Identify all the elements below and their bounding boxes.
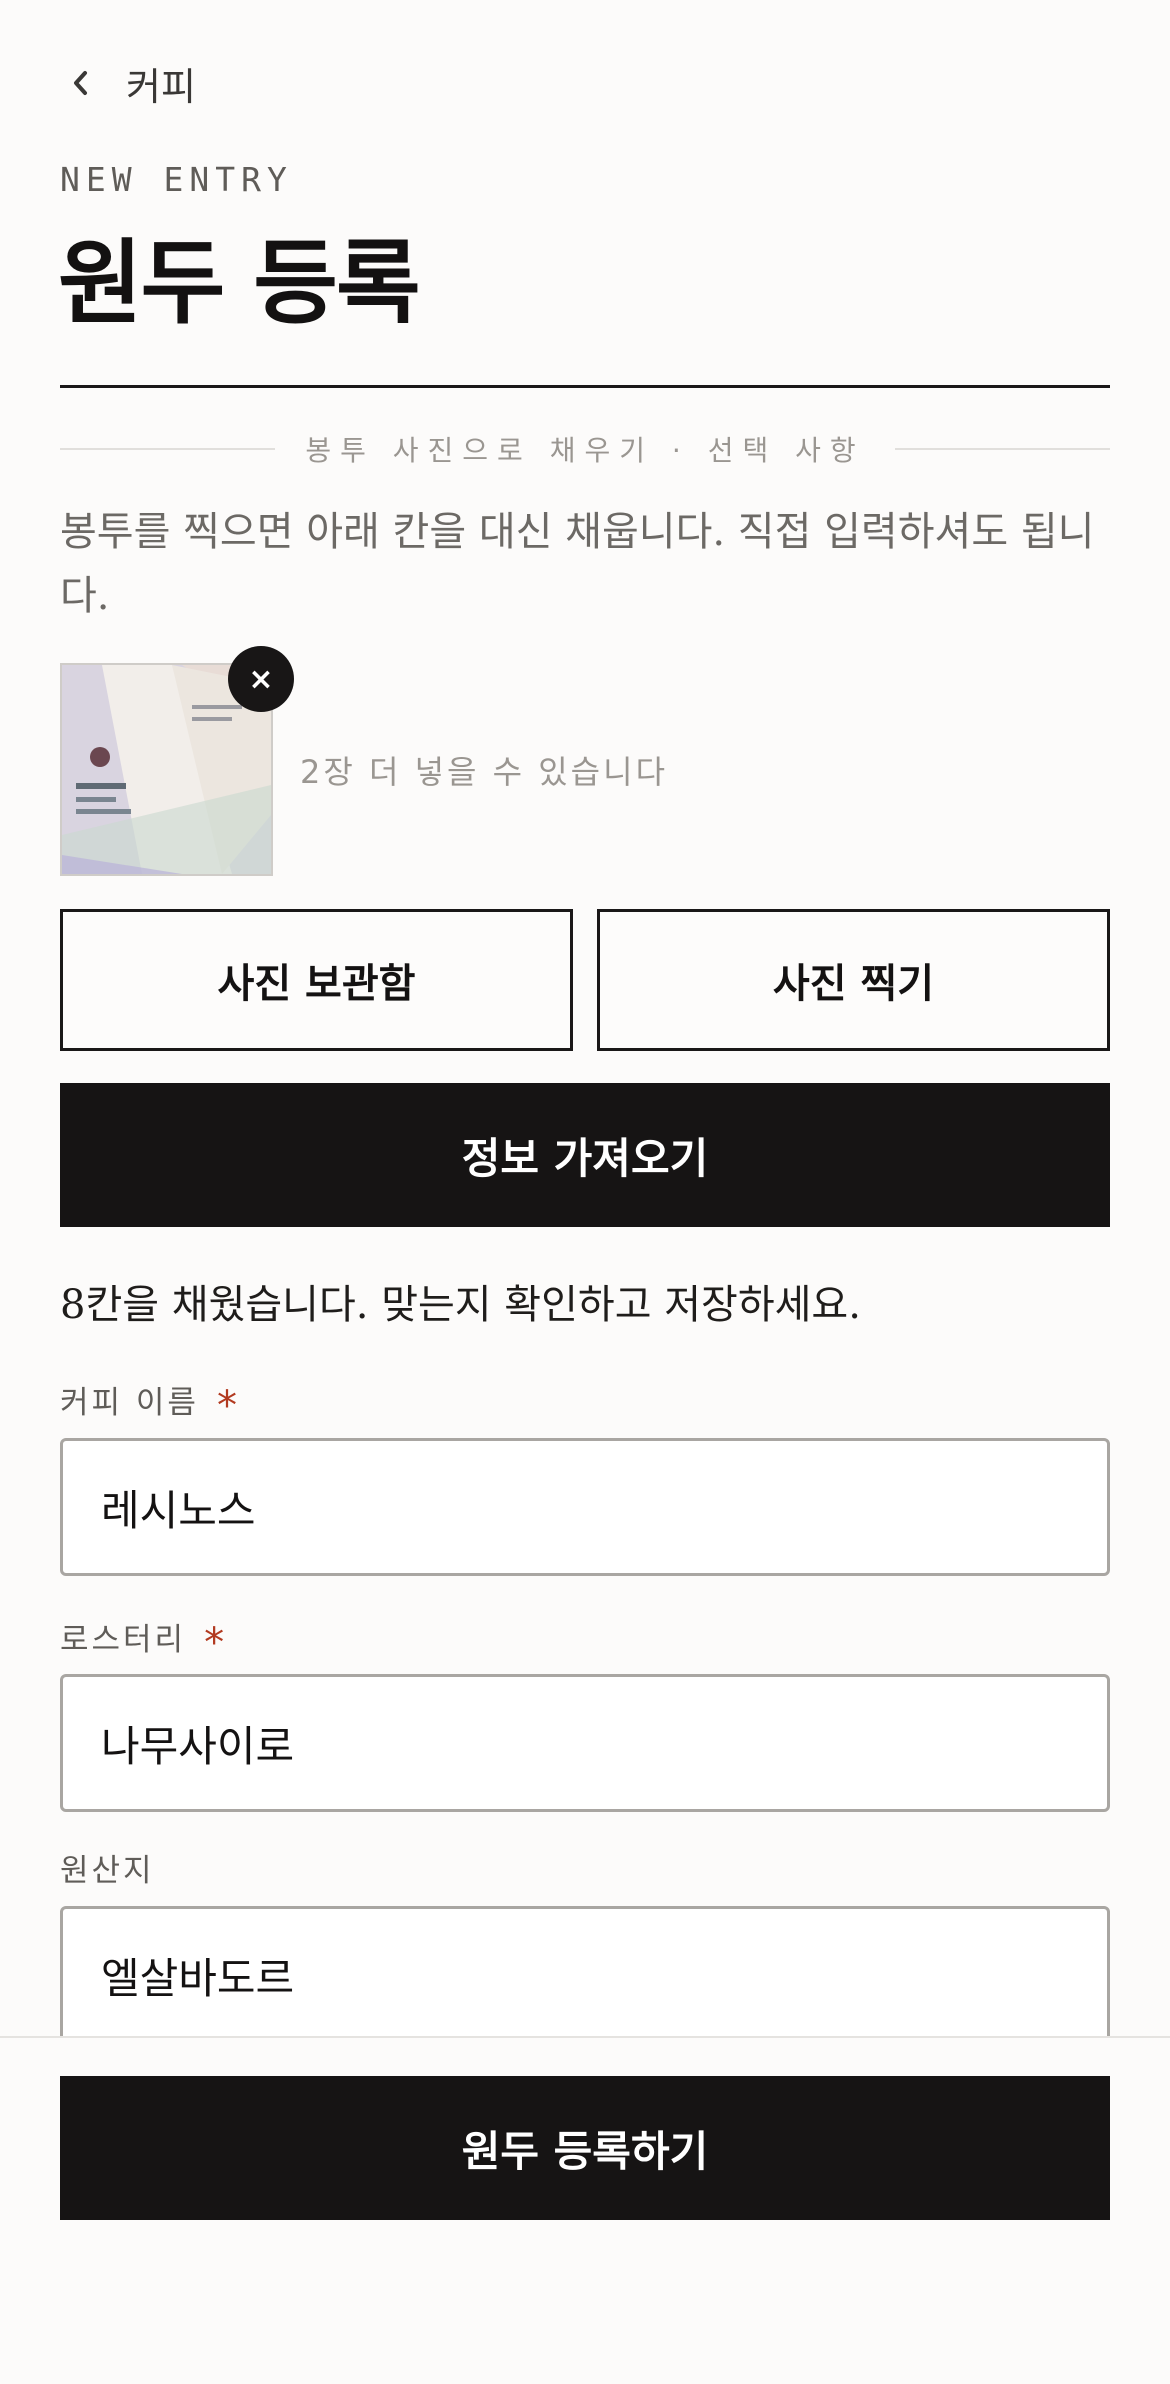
eyebrow-text: NEW ENTRY [60, 160, 293, 199]
register-bean-button[interactable]: 원두 등록하기 [60, 2076, 1110, 2220]
photo-section-heading: 봉투 사진으로 채우기 · 선택 사항 [305, 434, 865, 467]
autofill-status-text: 8칸을 채웠습니다. 맞는지 확인하고 저장하세요. [60, 1282, 861, 1328]
fetch-info-button[interactable]: 정보 가져오기 [60, 1083, 1110, 1227]
page-title: 원두 등록 [58, 230, 421, 337]
coffee-name-input[interactable]: 레시노스 [60, 1438, 1110, 1576]
remaining-photos-text: 2장 더 넣을 수 있습니다 [300, 753, 669, 791]
divider-line-left [60, 448, 276, 450]
origin-input[interactable]: 엘살바도르 [60, 1906, 1110, 2044]
take-photo-button[interactable]: 사진 찍기 [597, 909, 1110, 1051]
origin-label: 원산지 [60, 1853, 155, 1889]
roaster-input[interactable]: 나무사이로 [60, 1674, 1110, 1812]
back-button[interactable]: 커피 [60, 50, 196, 116]
chevron-left-icon [60, 50, 100, 116]
required-mark: * [204, 1620, 228, 1666]
roaster-label: 로스터리 * [60, 1614, 227, 1666]
roaster-label-text: 로스터리 [60, 1622, 187, 1658]
coffee-name-label: 커피 이름 * [60, 1377, 240, 1429]
back-label: 커피 [126, 64, 196, 109]
title-divider [60, 385, 1110, 388]
photo-intro-text: 봉투를 찍으면 아래 칸을 대신 채웁니다. 직접 입력하셔도 됩니다. [60, 509, 1095, 619]
close-icon: × [248, 661, 274, 697]
coffee-name-label-text: 커피 이름 [60, 1385, 199, 1421]
photo-library-button[interactable]: 사진 보관함 [60, 909, 573, 1051]
divider-line-right [894, 448, 1111, 450]
required-mark: * [216, 1383, 240, 1429]
remove-photo-button[interactable]: × [228, 646, 294, 712]
photo-section-divider: 봉투 사진으로 채우기 · 선택 사항 [60, 428, 1111, 470]
